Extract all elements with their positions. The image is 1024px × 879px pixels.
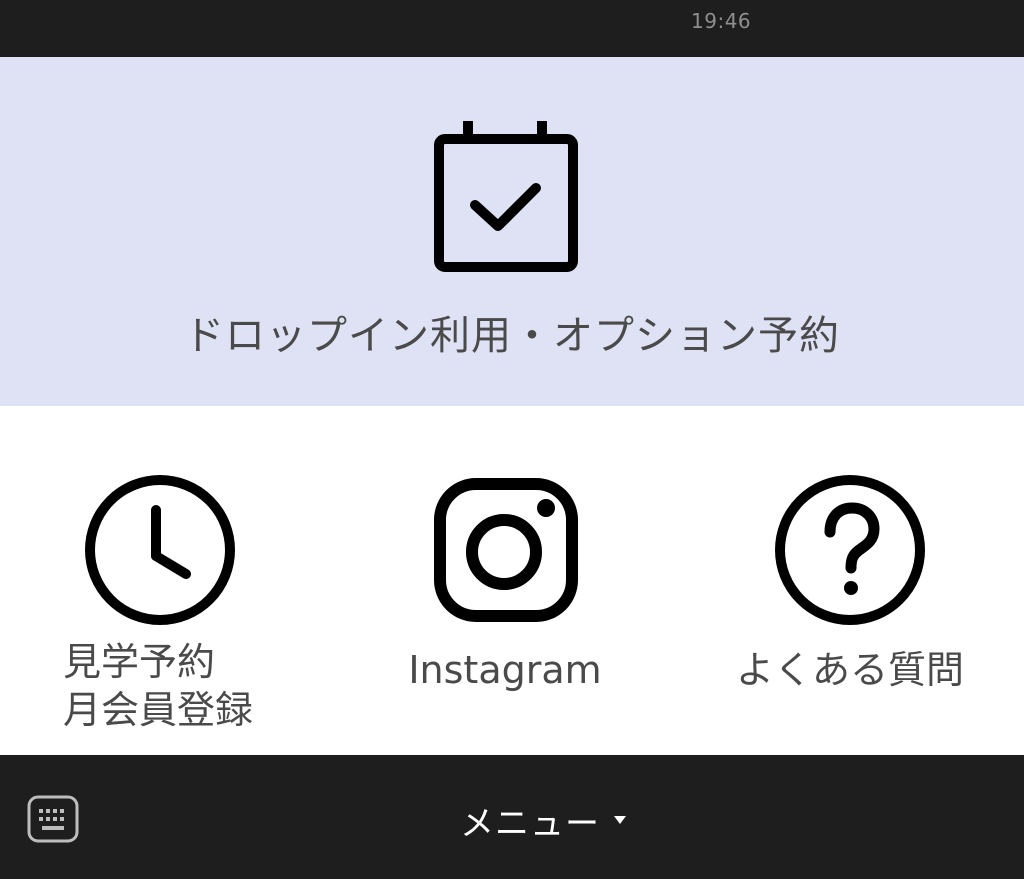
visit-reservation-label-line-2: 月会員登録 — [63, 688, 254, 732]
hero-label: ドロップイン利用・オプション予約 — [184, 313, 840, 359]
calendar-check-icon — [434, 121, 578, 272]
bottom-bar: メニュー — [0, 755, 1024, 879]
menu-toggle-button[interactable]: メニュー — [460, 795, 626, 845]
status-bar: 19:46 — [0, 0, 1024, 57]
line-rich-menu-screen: 19:46 ドロップイン利用・オプション予約 見学予約 月会員登録 Instag… — [0, 0, 1024, 879]
caret-down-icon — [614, 816, 626, 824]
faq-button[interactable]: よくある質問 — [680, 406, 1024, 755]
visit-reservation-label-line-1: 見学予約 — [63, 640, 216, 684]
dropin-option-reservation-button[interactable]: ドロップイン利用・オプション予約 — [0, 57, 1024, 406]
keyboard-icon — [27, 795, 79, 843]
instagram-button[interactable]: Instagram — [340, 406, 680, 755]
faq-label: よくある質問 — [735, 648, 964, 692]
menu-tiles: 見学予約 月会員登録 Instagram よくある質問 — [0, 406, 1024, 755]
instagram-label: Instagram — [408, 648, 602, 692]
status-time: 19:46 — [691, 9, 752, 33]
question-circle-icon — [775, 475, 925, 625]
menu-label: メニュー — [460, 803, 600, 844]
visit-reservation-label: 見学予約 月会員登録 — [63, 638, 253, 734]
instagram-icon — [434, 478, 578, 622]
keyboard-toggle-button[interactable] — [27, 795, 79, 843]
visit-reservation-membership-button[interactable]: 見学予約 月会員登録 — [0, 406, 340, 755]
clock-icon — [85, 475, 235, 625]
